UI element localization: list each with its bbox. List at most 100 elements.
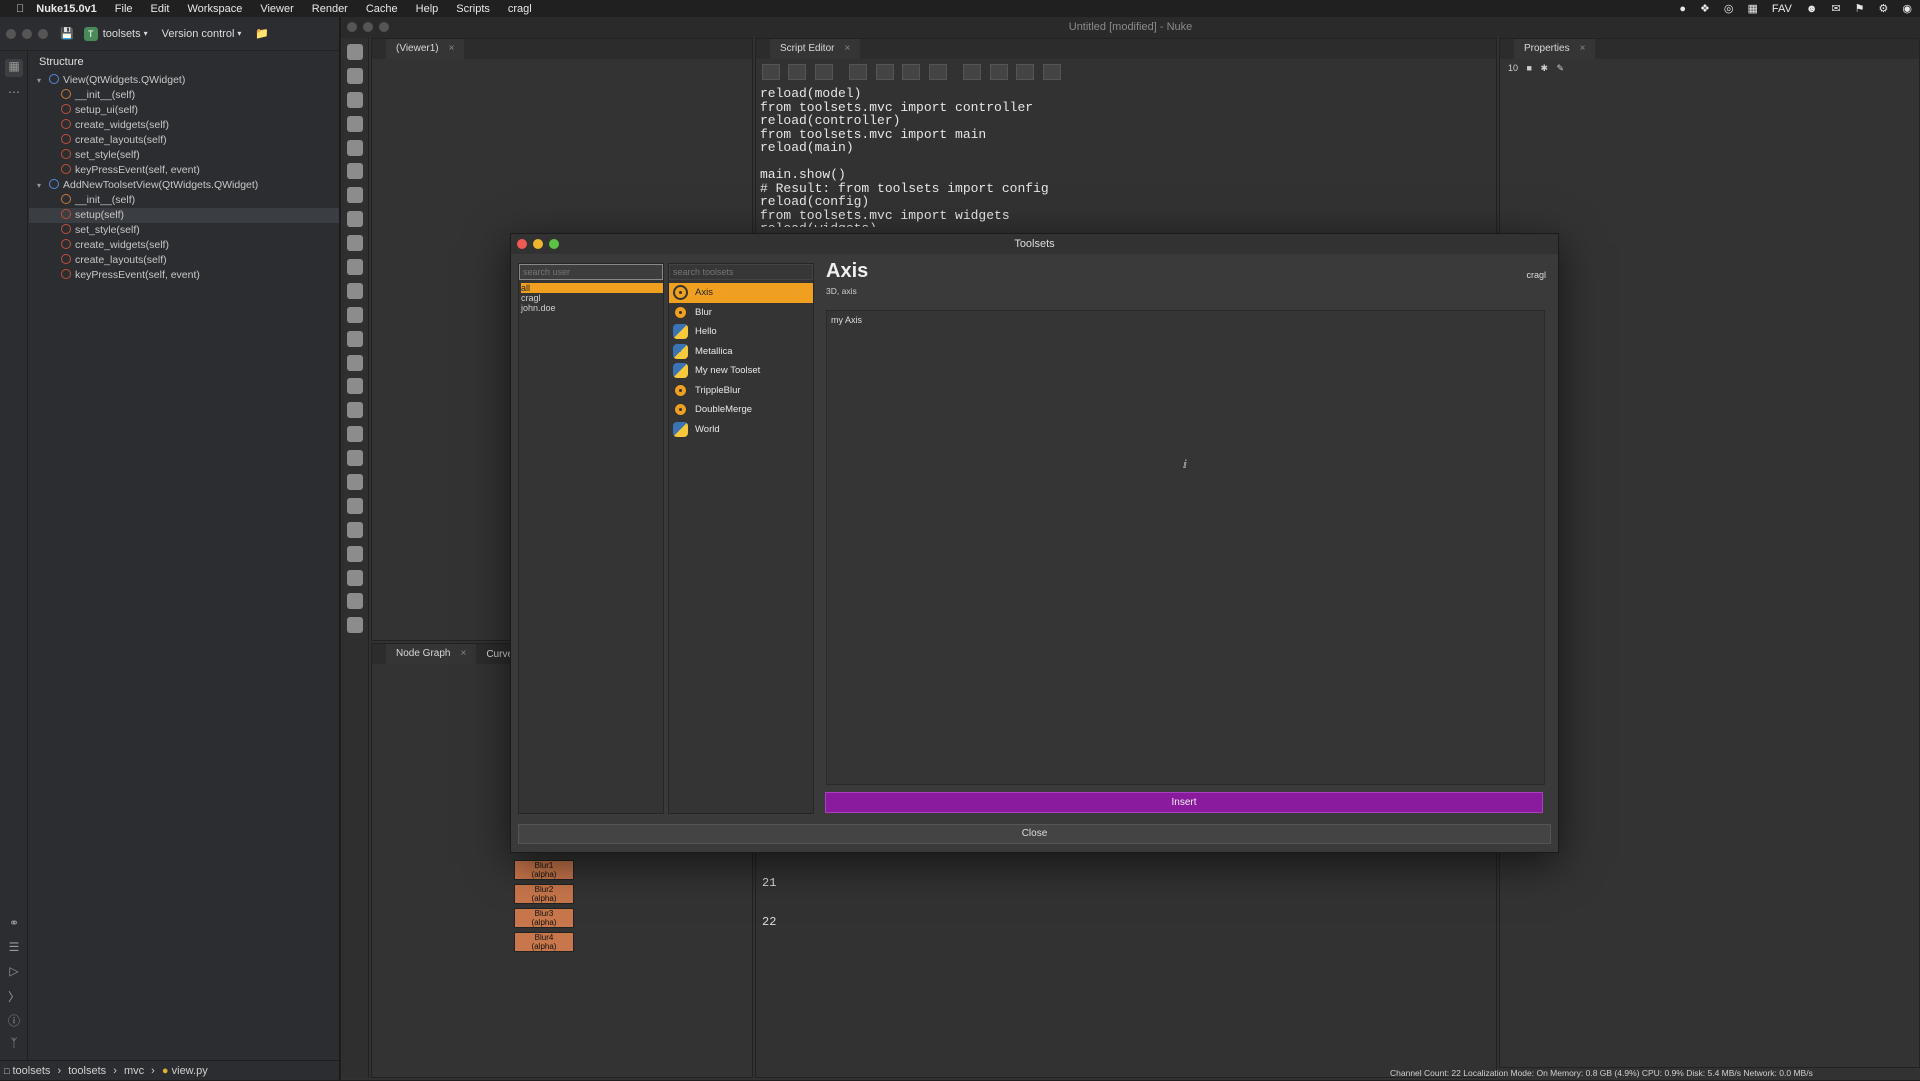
structure-method[interactable]: set_style(self) <box>29 223 339 238</box>
fav-label[interactable]: FAV <box>1772 3 1792 15</box>
tools-tool-icon[interactable] <box>347 593 363 610</box>
structure-method[interactable]: setup(self) <box>29 208 339 223</box>
structure-method[interactable]: create_widgets(self) <box>29 118 339 133</box>
chevron-down-icon[interactable]: ▾ <box>37 178 41 193</box>
minimize-window-button[interactable] <box>22 28 32 39</box>
terminal-icon[interactable]: 〉 <box>5 988 23 1006</box>
other-tool-icon[interactable] <box>347 402 363 419</box>
toolset-list-item[interactable]: Metallica <box>669 342 813 362</box>
user-list-item[interactable]: john.doe <box>521 303 663 313</box>
toolset-list-item[interactable]: My new Toolset <box>669 361 813 381</box>
dropbox-icon[interactable]: ❖ <box>1700 2 1710 15</box>
network-tool-icon[interactable] <box>347 521 363 538</box>
apple-icon[interactable]:  <box>16 3 24 15</box>
node-blur2[interactable]: Blur2 (alpha) <box>514 884 574 904</box>
structure-method[interactable]: set_style(self) <box>29 148 339 163</box>
particles-tool-icon[interactable] <box>347 282 363 299</box>
ofx-tool-icon[interactable] <box>347 450 363 467</box>
show-output-button[interactable] <box>989 63 1008 80</box>
structure-method[interactable]: create_layouts(self) <box>29 133 339 148</box>
structure-method[interactable]: create_layouts(self) <box>29 253 339 268</box>
structure-method[interactable]: create_widgets(self) <box>29 238 339 253</box>
show-both-button[interactable] <box>1016 63 1035 80</box>
time-tool-icon[interactable] <box>347 91 363 108</box>
transform-tool-icon[interactable] <box>347 235 363 252</box>
clear-output-button[interactable] <box>1042 63 1061 80</box>
zoom-window-button[interactable] <box>38 28 48 39</box>
minimize-window-button[interactable] <box>363 22 373 32</box>
3d-tool-icon[interactable] <box>347 259 363 276</box>
merge-tool-icon[interactable] <box>347 211 363 228</box>
user-list-item[interactable]: all <box>521 283 663 293</box>
close-icon[interactable]: × <box>844 43 850 54</box>
app-menu[interactable]: Nuke15.0v1 <box>36 3 97 15</box>
keyer-tool-icon[interactable] <box>347 187 363 204</box>
toolset-list-item[interactable]: TrippleBlur <box>669 381 813 401</box>
version-control-menu[interactable]: Version control <box>162 28 235 40</box>
toolsets-tool-icon[interactable] <box>347 378 363 395</box>
structure-icon[interactable]: ▦ <box>5 59 23 77</box>
dialog-close-button[interactable] <box>517 239 527 249</box>
menu-cragl[interactable]: cragl <box>508 3 532 15</box>
lock-icon[interactable]: ■ <box>1527 63 1532 73</box>
color-tool-icon[interactable] <box>347 139 363 156</box>
search-user-input[interactable] <box>519 264 663 280</box>
more-icon[interactable]: ⋯ <box>5 85 23 103</box>
problems-icon[interactable]: ⓘ <box>5 1012 23 1030</box>
next-script-button[interactable] <box>788 63 807 80</box>
toolset-list-item[interactable]: Hello <box>669 322 813 342</box>
channel-tool-icon[interactable] <box>347 115 363 132</box>
furnace-tool-icon[interactable] <box>347 426 363 443</box>
close-icon[interactable]: × <box>1580 43 1586 54</box>
toolset-list-item[interactable]: DoubleMerge <box>669 400 813 420</box>
menu-help[interactable]: Help <box>416 3 439 15</box>
tab-curve[interactable]: Curve <box>486 649 513 660</box>
close-icon[interactable]: × <box>449 43 455 54</box>
dialog-minimize-button[interactable] <box>533 239 543 249</box>
search-toolsets-input[interactable] <box>669 264 813 280</box>
menu-viewer[interactable]: Viewer <box>260 3 293 15</box>
plugin-tool-icon[interactable] <box>347 474 363 491</box>
record-icon[interactable]: ● <box>1679 3 1686 15</box>
toolset-list-item[interactable]: Blur <box>669 303 813 323</box>
tab-node-graph[interactable]: Node Graph × <box>386 644 477 664</box>
python-packages-icon[interactable]: ⚭ <box>5 916 23 934</box>
breadcrumb-item[interactable]: mvc <box>124 1065 144 1077</box>
notification-icon[interactable]: ✉ <box>1831 2 1840 15</box>
previous-script-button[interactable] <box>762 63 780 80</box>
layers-icon[interactable]: ☰ <box>5 940 23 958</box>
max-panels-input[interactable]: 10 <box>1508 63 1518 73</box>
control-center-icon[interactable]: ⚙ <box>1879 2 1889 15</box>
project-selector[interactable]: toolsets <box>103 28 141 40</box>
filter-tool-icon[interactable] <box>347 163 363 180</box>
save-script-button[interactable] <box>902 63 921 80</box>
run-icon[interactable]: ▷ <box>5 964 23 982</box>
breadcrumb-item[interactable]: view.py <box>172 1065 208 1077</box>
menu-workspace[interactable]: Workspace <box>188 3 243 15</box>
siri-icon[interactable]: ◉ <box>1902 2 1912 15</box>
toolset-description[interactable]: my Axis <box>826 310 1545 785</box>
structure-method[interactable]: setup_ui(self) <box>29 103 339 118</box>
menu-scripts[interactable]: Scripts <box>456 3 490 15</box>
minus-tool-icon[interactable] <box>347 569 363 586</box>
load-script-button[interactable] <box>875 63 894 80</box>
grid-icon[interactable]: ▦ <box>1747 2 1757 15</box>
menu-edit[interactable]: Edit <box>151 3 170 15</box>
run-script-button[interactable] <box>928 63 947 80</box>
deep-tool-icon[interactable] <box>347 306 363 323</box>
menu-cache[interactable]: Cache <box>366 3 398 15</box>
gizmo-tool-icon[interactable] <box>347 497 363 514</box>
settings-tool-icon[interactable] <box>347 545 363 562</box>
breadcrumb-item[interactable]: toolsets <box>13 1065 51 1077</box>
user-icon[interactable]: ☻ <box>1806 3 1818 15</box>
flag-icon[interactable]: ⚑ <box>1855 2 1865 15</box>
show-input-button[interactable] <box>963 63 982 80</box>
structure-class[interactable]: ▾ AddNewToolsetView(QtWidgets.QWidget) <box>29 178 339 193</box>
insert-button[interactable]: Insert <box>825 792 1543 813</box>
save-icon[interactable]: 💾 <box>60 27 74 40</box>
chevron-down-icon[interactable]: ▾ <box>237 29 241 38</box>
breadcrumb-item[interactable]: toolsets <box>68 1065 106 1077</box>
close-window-button[interactable] <box>6 28 16 39</box>
source-script-button[interactable] <box>849 63 868 80</box>
folder-icon[interactable]: 📁 <box>255 27 269 40</box>
